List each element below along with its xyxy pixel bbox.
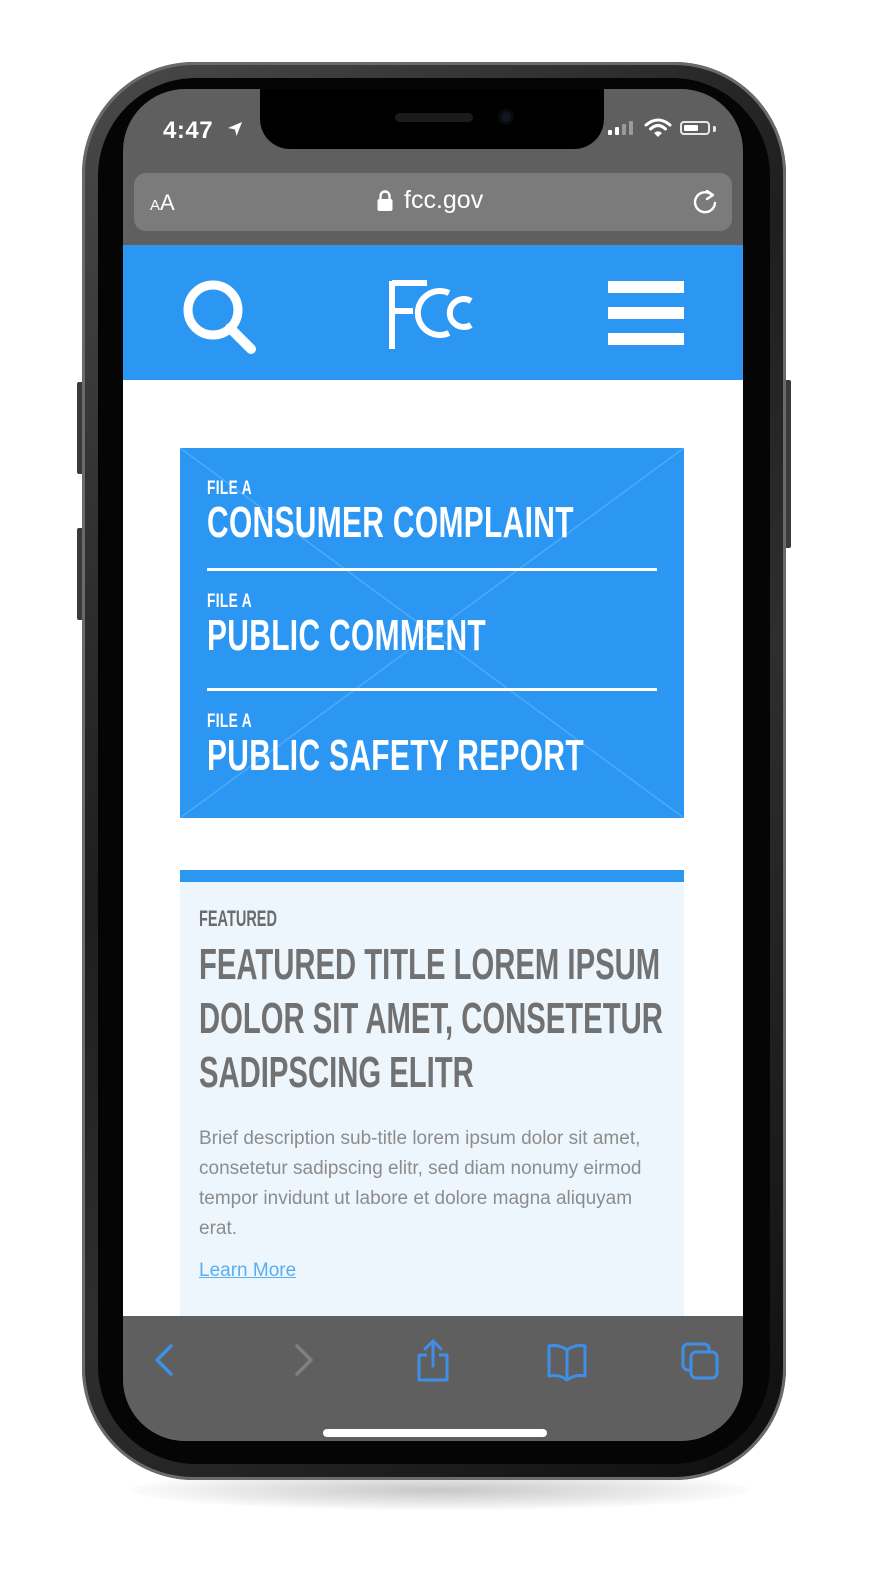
cta-prefix: FILE A bbox=[207, 711, 252, 732]
cta-title: PUBLIC SAFETY REPORT bbox=[207, 731, 584, 780]
back-icon[interactable] bbox=[149, 1338, 183, 1387]
text-size-large-label: A bbox=[160, 190, 175, 215]
public-comment-link[interactable]: FILE A PUBLIC COMMENT bbox=[207, 591, 657, 659]
fcc-logo[interactable] bbox=[387, 277, 479, 358]
url-domain[interactable]: fcc.gov bbox=[404, 186, 483, 215]
notch bbox=[260, 89, 604, 149]
text-size-button[interactable]: AA bbox=[150, 190, 175, 216]
featured-card: FEATURED FEATURED TITLE LOREM IPSUM DOLO… bbox=[180, 882, 684, 1316]
file-actions-panel: FILE A CONSUMER COMPLAINT FILE A PUBLIC … bbox=[180, 448, 684, 818]
consumer-complaint-link[interactable]: FILE A CONSUMER COMPLAINT bbox=[207, 478, 657, 546]
cta-title: PUBLIC COMMENT bbox=[207, 611, 487, 660]
home-indicator[interactable] bbox=[323, 1429, 547, 1437]
lock-icon bbox=[376, 190, 394, 217]
battery-icon bbox=[680, 121, 710, 135]
search-icon[interactable] bbox=[179, 277, 259, 362]
browser-toolbar bbox=[123, 1316, 743, 1441]
forward-icon[interactable] bbox=[285, 1338, 319, 1387]
divider bbox=[207, 688, 657, 691]
webpage: FILE A CONSUMER COMPLAINT FILE A PUBLIC … bbox=[123, 245, 743, 1316]
reload-icon[interactable] bbox=[690, 187, 720, 222]
wifi-icon bbox=[644, 118, 672, 143]
status-bar: 4:47 bbox=[123, 89, 743, 169]
address-bar[interactable]: AA fcc.gov bbox=[134, 173, 732, 231]
featured-title: FEATURED TITLE LOREM IPSUM DOLOR SIT AME… bbox=[199, 940, 663, 1097]
public-safety-report-link[interactable]: FILE A PUBLIC SAFETY REPORT bbox=[207, 711, 657, 779]
learn-more-link[interactable]: Learn More bbox=[199, 1260, 296, 1282]
location-arrow-icon bbox=[226, 120, 244, 143]
divider bbox=[207, 568, 657, 571]
bookmarks-icon[interactable] bbox=[545, 1338, 589, 1389]
tabs-icon[interactable] bbox=[679, 1338, 723, 1389]
cta-title: CONSUMER COMPLAINT bbox=[207, 498, 574, 547]
status-time: 4:47 bbox=[163, 117, 214, 144]
battery-nub bbox=[713, 126, 716, 132]
front-camera bbox=[498, 109, 514, 125]
featured-kicker: FEATURED bbox=[199, 906, 277, 931]
site-header bbox=[123, 245, 743, 380]
featured-description: Brief description sub-title lorem ipsum … bbox=[199, 1128, 642, 1239]
cta-prefix: FILE A bbox=[207, 591, 252, 612]
speaker-grille bbox=[395, 113, 473, 122]
featured-accent-bar bbox=[180, 870, 684, 882]
text-size-small-label: A bbox=[150, 197, 161, 214]
cellular-signal-icon bbox=[608, 121, 633, 135]
menu-icon[interactable] bbox=[608, 281, 684, 359]
phone-screen: 4:47 AA fcc.gov FILE A CONSUMER COMPLAIN… bbox=[123, 89, 743, 1441]
share-icon[interactable] bbox=[413, 1338, 453, 1389]
cta-prefix: FILE A bbox=[207, 478, 252, 499]
